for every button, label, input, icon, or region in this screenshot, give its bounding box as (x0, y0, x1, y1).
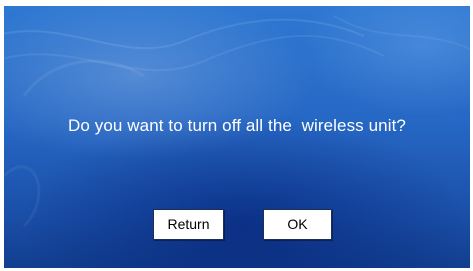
return-button[interactable]: Return (153, 209, 224, 240)
confirmation-message: Do you want to turn off all the wireless… (68, 116, 406, 135)
background-swirl-decoration (4, 15, 470, 228)
confirm-dialog: Do you want to turn off all the wireless… (4, 6, 470, 268)
ok-button[interactable]: OK (263, 209, 332, 240)
